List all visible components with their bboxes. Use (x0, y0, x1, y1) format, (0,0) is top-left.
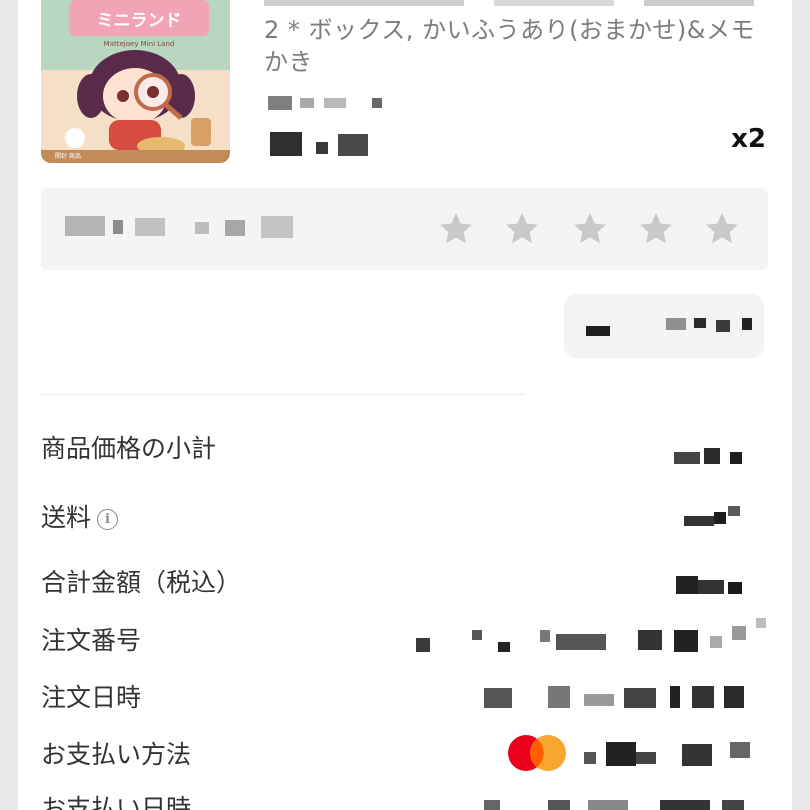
summary-label-order-date: 注文日時 (41, 683, 142, 712)
summary-label-total: 合計金額（税込） (41, 568, 242, 597)
summary-row-payment-method: お支払い方法 (41, 738, 191, 772)
summary-label-order-number: 注文番号 (41, 626, 142, 655)
star-icon[interactable] (637, 210, 675, 248)
mastercard-icon (508, 735, 566, 771)
quantity: x2 (731, 124, 766, 154)
info-icon[interactable]: i (97, 509, 119, 530)
product-variant: 2 * ボックス, かいふうあり(おまかせ)&メモかき (264, 16, 756, 76)
action-button[interactable] (564, 294, 764, 358)
order-detail-card: ミニランド Mattejoey Mini Land 開封 商品 2 * ボックス… (18, 0, 792, 810)
rating-panel[interactable] (41, 188, 768, 270)
product-thumbnail[interactable]: ミニランド Mattejoey Mini Land 開封 商品 (41, 0, 230, 163)
summary-label-subtotal: 商品価格の小計 (41, 434, 217, 463)
summary-label-payment-method: お支払い方法 (41, 740, 192, 769)
star-icon[interactable] (571, 210, 609, 248)
star-icon[interactable] (437, 210, 475, 248)
summary-label-shipping: 送料 (41, 503, 92, 532)
star-icon[interactable] (503, 210, 541, 248)
summary-row-shipping: 送料 i (41, 501, 119, 535)
thumbnail-logo: ミニランド (97, 11, 182, 31)
divider (41, 394, 525, 395)
svg-text:開封 商品: 開封 商品 (55, 152, 81, 160)
summary-label-payment-date: お支払い日時 (41, 794, 192, 810)
product-title-clipped (264, 0, 774, 8)
svg-text:Mattejoey Mini Land: Mattejoey Mini Land (104, 40, 175, 48)
star-icon[interactable] (703, 210, 741, 248)
product-illustration: ミニランド Mattejoey Mini Land 開封 商品 (41, 0, 230, 163)
